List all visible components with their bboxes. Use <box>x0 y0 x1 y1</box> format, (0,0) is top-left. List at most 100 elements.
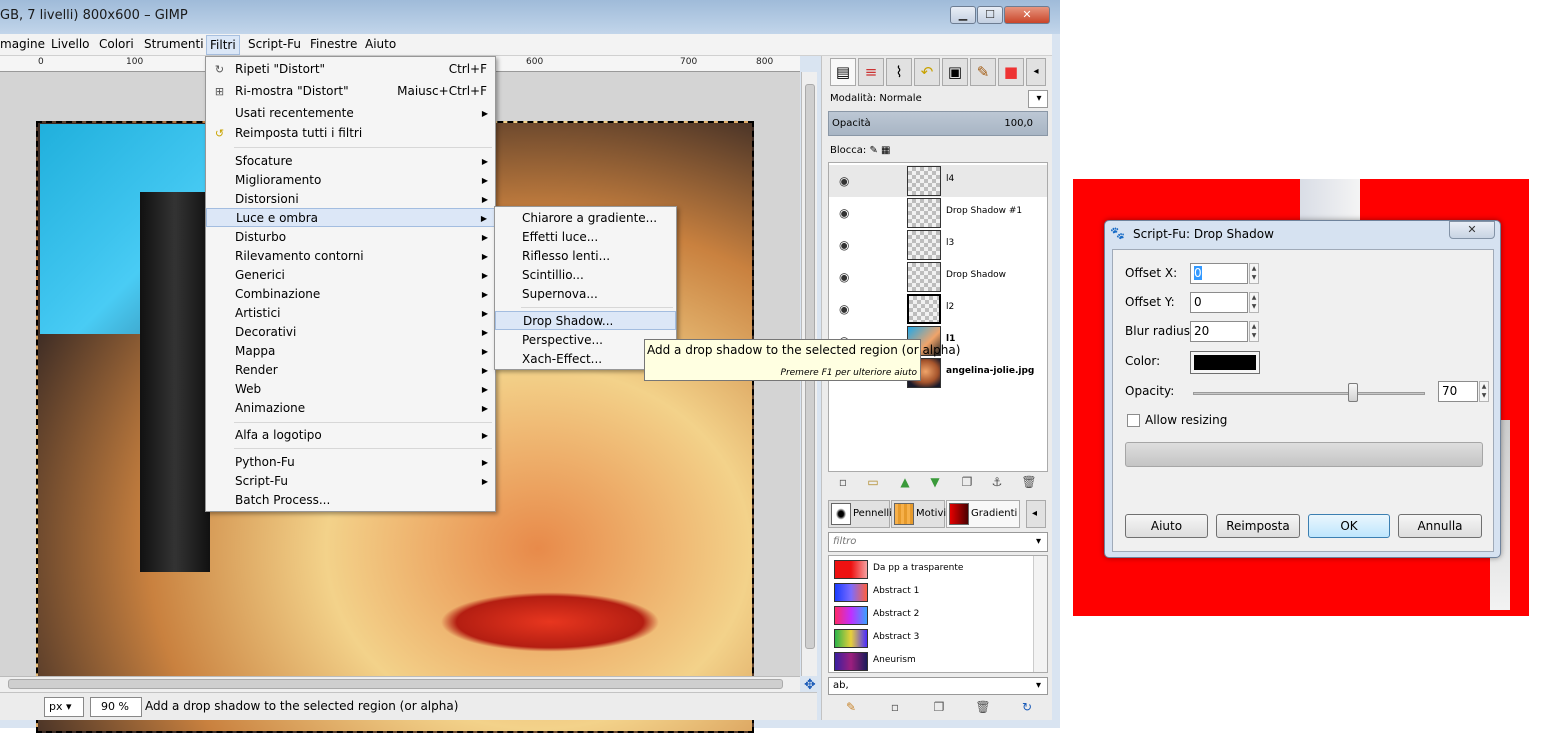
lower-layer-icon[interactable]: ▼ <box>926 475 944 489</box>
menu-category[interactable]: Distorsioni ▶ <box>206 190 495 209</box>
eye-icon[interactable]: ◉ <box>839 206 849 220</box>
new-icon[interactable]: ▫ <box>886 700 904 714</box>
gradient-item[interactable]: Abstract 2 <box>829 604 1033 627</box>
menu-category[interactable]: Render ▶ <box>206 361 495 380</box>
submenu-item[interactable]: Riflesso lenti... <box>495 247 676 266</box>
menu-category[interactable]: Animazione ▶ <box>206 399 495 418</box>
layers-tab-icon[interactable]: ▤ <box>830 58 856 86</box>
menu-category[interactable]: Decorativi ▶ <box>206 323 495 342</box>
unit-select[interactable]: px ▾ <box>44 697 84 717</box>
eye-icon[interactable]: ◉ <box>839 302 849 316</box>
gradient-item[interactable]: Abstract 1 <box>829 581 1033 604</box>
menu-category[interactable]: Miglioramento ▶ <box>206 171 495 190</box>
chevron-down-icon[interactable]: ▾ <box>1036 533 1041 551</box>
new-layer-icon[interactable]: ▫ <box>834 475 852 489</box>
color-tab-icon[interactable]: ■ <box>998 58 1024 86</box>
allow-resizing-checkbox[interactable] <box>1127 414 1140 427</box>
gradient-item[interactable]: Abstract 3 <box>829 627 1033 650</box>
tab-motivi[interactable]: Motivi <box>891 500 946 528</box>
menu-finestre[interactable]: Finestre <box>310 37 357 51</box>
brush-tab-icon[interactable]: ✎ <box>970 58 996 86</box>
menu-batch-process[interactable]: Batch Process... <box>206 491 495 510</box>
refresh-icon[interactable]: ↻ <box>1018 700 1036 714</box>
close-button[interactable]: ✕ <box>1004 6 1050 24</box>
opacity-slider[interactable]: Opacità 100,0 <box>828 111 1048 136</box>
chevron-down-icon[interactable]: ▾ <box>1036 678 1041 694</box>
menu-category-light-shadow[interactable]: Luce e ombra ▶ <box>206 208 495 227</box>
eye-icon[interactable]: ◉ <box>839 174 849 188</box>
menu-colori[interactable]: Colori <box>99 37 134 51</box>
menu-reset-filters[interactable]: ↺ Reimposta tutti i filtri <box>206 124 495 143</box>
submenu-item-drop-shadow[interactable]: Drop Shadow... <box>495 311 676 330</box>
layer-row[interactable]: ◉ Drop Shadow #1 <box>829 197 1047 229</box>
anchor-layer-icon[interactable]: ⚓ <box>988 475 1006 489</box>
new-group-icon[interactable]: ▭ <box>864 475 882 489</box>
submenu-item[interactable]: Scintillio... <box>495 266 676 285</box>
duplicate-layer-icon[interactable]: ❐ <box>958 475 976 489</box>
offset-x-input[interactable]: 0 <box>1190 263 1248 284</box>
submenu-item[interactable]: Effetti luce... <box>495 228 676 247</box>
opacity-stepper[interactable]: ▲ ▼ <box>1479 381 1489 402</box>
layer-row[interactable]: ◉ Drop Shadow <box>829 261 1047 293</box>
menu-reshow-filter[interactable]: ⊞ Ri-mostra "Distort" Maiusc+Ctrl+F <box>206 82 495 101</box>
offset-y-stepper[interactable]: ▲ ▼ <box>1249 292 1259 313</box>
horizontal-scroll-thumb[interactable] <box>8 679 783 689</box>
navigate-icon[interactable]: ✥ <box>804 677 816 693</box>
gradient-item[interactable]: Da pp a trasparente <box>829 558 1033 581</box>
zoom-select[interactable]: 90 % <box>90 697 142 717</box>
offset-x-stepper[interactable]: ▲ ▼ <box>1249 263 1259 284</box>
menu-filtri[interactable]: Filtri <box>206 35 240 55</box>
menu-immagine[interactable]: magine <box>0 37 45 51</box>
lock-pixels-icon[interactable]: ✎ <box>869 145 877 156</box>
menu-repeat-filter[interactable]: ↻ Ripeti "Distort" Ctrl+F <box>206 60 495 79</box>
menu-category[interactable]: Sfocature ▶ <box>206 152 495 171</box>
duplicate-icon[interactable]: ❐ <box>930 700 948 714</box>
mode-dropdown[interactable]: ▾ <box>1028 90 1048 108</box>
tab-gradienti[interactable]: Gradienti <box>946 500 1020 528</box>
menu-livello[interactable]: Livello <box>51 37 90 51</box>
channels-tab-icon[interactable]: ≡ <box>858 58 884 86</box>
dock-menu-icon[interactable]: ◂ <box>1026 58 1046 86</box>
menu-alpha-to-logo[interactable]: Alfa a logotipo ▶ <box>206 426 495 445</box>
paths-tab-icon[interactable]: ⌇ <box>886 58 912 86</box>
images-tab-icon[interactable]: ▣ <box>942 58 968 86</box>
menu-script-fu[interactable]: Script-Fu <box>248 37 301 51</box>
edit-icon[interactable]: ✎ <box>842 700 860 714</box>
menu-python-fu[interactable]: Python-Fu ▶ <box>206 453 495 472</box>
layer-row[interactable]: ◉ l3 <box>829 229 1047 261</box>
menu-aiuto[interactable]: Aiuto <box>365 37 396 51</box>
tab-pennelli[interactable]: Pennelli <box>828 500 892 528</box>
gradient-filter-input[interactable]: filtro ▾ <box>828 532 1048 552</box>
raise-layer-icon[interactable]: ▲ <box>896 475 914 489</box>
menu-category[interactable]: Mappa ▶ <box>206 342 495 361</box>
menu-script-fu-sub[interactable]: Script-Fu ▶ <box>206 472 495 491</box>
menu-category[interactable]: Artistici ▶ <box>206 304 495 323</box>
ok-button[interactable]: OK <box>1308 514 1390 538</box>
dialog-close-button[interactable]: ✕ <box>1449 221 1495 239</box>
lock-alpha-icon[interactable]: ▦ <box>881 145 890 156</box>
blur-radius-input[interactable]: 20 <box>1190 321 1248 342</box>
eye-icon[interactable]: ◉ <box>839 270 849 284</box>
cancel-button[interactable]: Annulla <box>1398 514 1482 538</box>
blur-radius-stepper[interactable]: ▲ ▼ <box>1249 321 1259 342</box>
help-button[interactable]: Aiuto <box>1125 514 1208 538</box>
offset-y-input[interactable]: 0 <box>1190 292 1248 313</box>
eye-icon[interactable]: ◉ <box>839 238 849 252</box>
maximize-button[interactable]: ☐ <box>977 6 1003 24</box>
layer-row[interactable]: ◉ l4 <box>829 165 1047 197</box>
menu-category[interactable]: Disturbo ▶ <box>206 228 495 247</box>
delete-icon[interactable]: 🗑 <box>974 700 992 714</box>
menu-category[interactable]: Combinazione ▶ <box>206 285 495 304</box>
minimize-button[interactable]: ▁ <box>950 6 976 24</box>
font-field[interactable]: ab, ▾ <box>828 677 1048 695</box>
menu-recent-filters[interactable]: Usati recentemente ▶ <box>206 104 495 123</box>
opacity-slider-track[interactable] <box>1193 392 1425 395</box>
color-picker-button[interactable] <box>1190 351 1260 374</box>
layer-row[interactable]: ◉ l2 <box>829 293 1047 325</box>
reset-button[interactable]: Reimposta <box>1216 514 1300 538</box>
submenu-item[interactable]: Chiarore a gradiente... <box>495 209 676 228</box>
menu-strumenti[interactable]: Strumenti <box>144 37 204 51</box>
horizontal-scrollbar[interactable] <box>0 676 800 692</box>
menu-category[interactable]: Generici ▶ <box>206 266 495 285</box>
delete-layer-icon[interactable]: 🗑 <box>1020 475 1038 489</box>
